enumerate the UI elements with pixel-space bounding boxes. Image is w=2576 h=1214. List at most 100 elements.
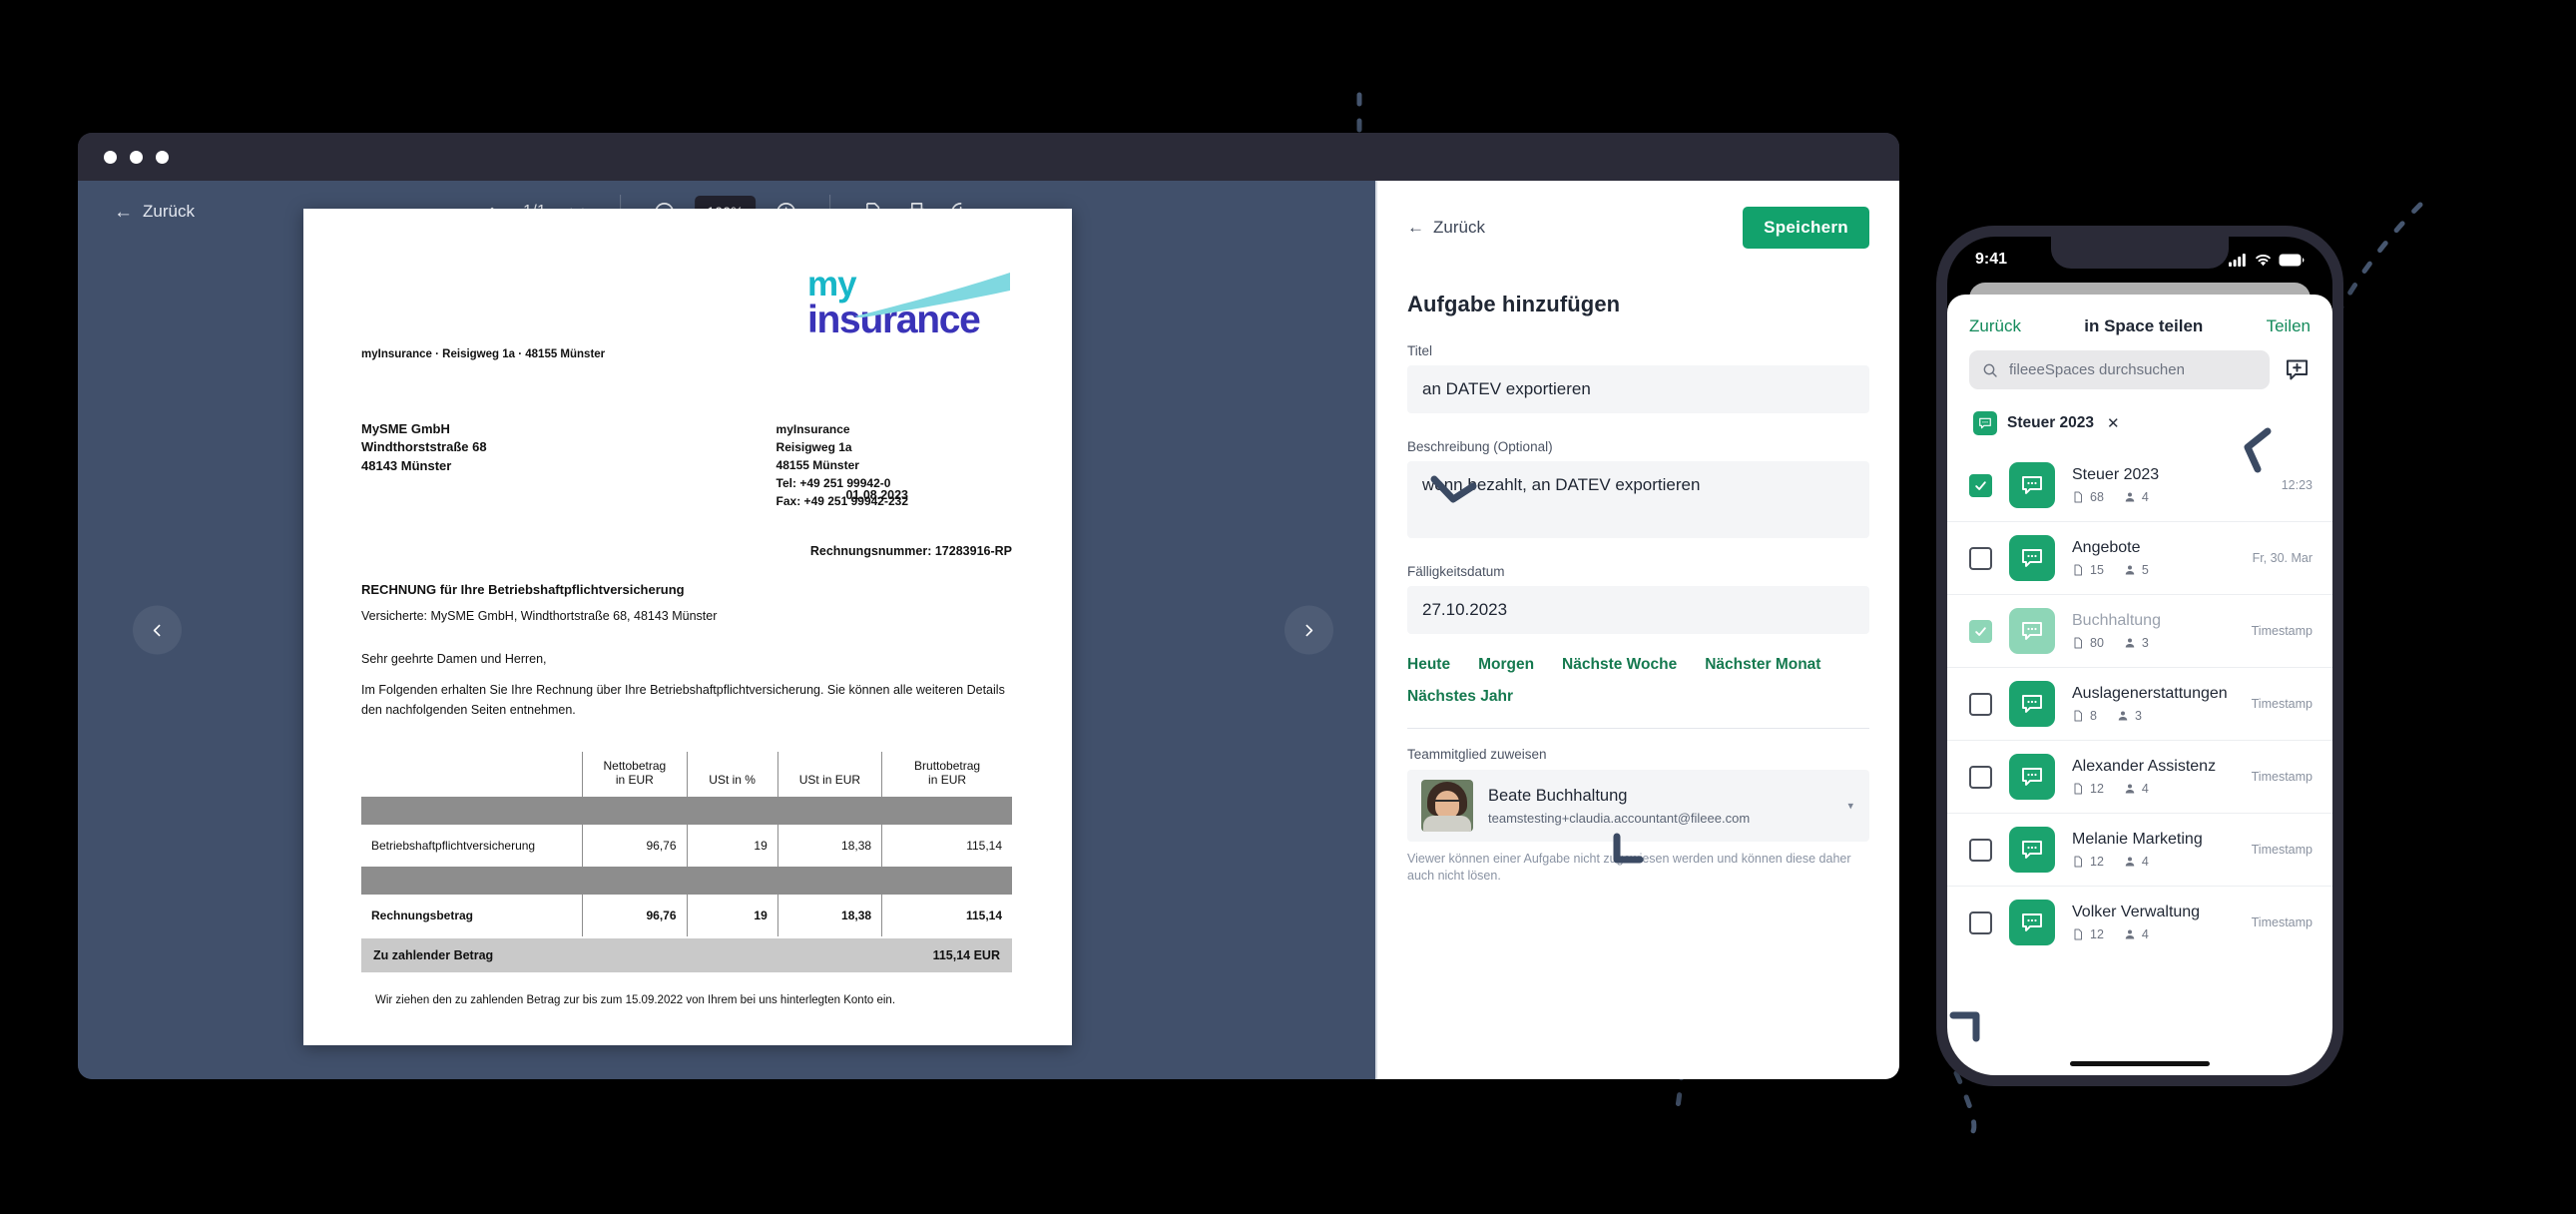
document-icon (2074, 564, 2082, 576)
search-input[interactable]: fileeeSpaces durchsuchen (1969, 350, 2270, 389)
description-input[interactable]: wenn bezahlt, an DATEV exportieren (1407, 461, 1869, 538)
prev-document-button[interactable] (133, 605, 182, 655)
th-gross: Bruttobetrag in EUR (881, 752, 1012, 798)
title-input[interactable]: an DATEV exportieren (1407, 365, 1869, 413)
window-maximize-dot[interactable] (156, 150, 169, 164)
task-back-button[interactable]: ← Zurück (1407, 218, 1485, 238)
due-date-input[interactable]: 27.10.2023 (1407, 586, 1869, 634)
quick-date-naechster-monat[interactable]: Nächster Monat (1705, 656, 1820, 674)
space-timestamp: Fr, 30. Mar (2252, 551, 2313, 565)
sheet-back-button[interactable]: Zurück (1969, 316, 2021, 336)
viewer-back-label: Zurück (143, 202, 195, 221)
list-item[interactable]: Melanie Marketing 12 4 Timestamp (1947, 814, 2332, 887)
th-vat-pct: USt in % (686, 752, 778, 798)
row-label: Betriebshaftpflichtversicherung (371, 839, 536, 854)
list-item[interactable]: Angebote 15 5 Fr, 30. Mar (1947, 522, 2332, 595)
task-panel-header: ← Zurück Speichern (1407, 207, 1869, 249)
space-checkbox[interactable] (1969, 546, 1992, 570)
row-gross: 115,14 (881, 825, 1012, 868)
list-item[interactable]: Buchhaltung 80 3 Timestamp (1947, 595, 2332, 668)
member-count: 4 (2124, 490, 2149, 504)
space-name: Volker Verwaltung (2072, 904, 2201, 920)
person-icon (2125, 565, 2135, 575)
quick-date-morgen[interactable]: Morgen (1478, 656, 1534, 674)
quick-date-naechstes-jahr[interactable]: Nächstes Jahr (1407, 688, 1513, 706)
company-line: myInsurance (775, 422, 850, 436)
space-info: Auslagenerstattungen 8 3 (2072, 685, 2235, 723)
row-vat-pct: 19 (686, 895, 778, 937)
person-icon (2118, 711, 2128, 721)
member-count-value: 5 (2141, 563, 2149, 577)
description-field-label: Beschreibung (Optional) (1407, 439, 1553, 454)
chevron-left-icon (153, 624, 161, 636)
window-close-dot[interactable] (104, 150, 117, 164)
invoice-number: Rechnungsnummer: 17283916-RP (809, 544, 1012, 558)
title-field-label: Titel (1407, 343, 1433, 358)
address-section: MySME GmbH Windthorststraße 68 48143 Mün… (361, 420, 1012, 538)
recipient-line: Windthorststraße 68 (361, 439, 487, 455)
space-meta: 12 4 (2072, 927, 2235, 941)
task-back-label: Zurück (1433, 218, 1485, 237)
list-item[interactable]: Volker Verwaltung 12 4 Timestamp (1947, 887, 2332, 958)
space-checkbox[interactable] (1969, 692, 1992, 716)
insured-line: Versicherte: MySME GmbH, Windthortstraße… (361, 609, 718, 623)
quick-date-links: Heute Morgen Nächste Woche Nächster Mona… (1407, 656, 1869, 706)
next-document-button[interactable] (1285, 605, 1333, 655)
space-icon (2009, 535, 2055, 581)
space-info: Melanie Marketing 12 4 (2072, 831, 2235, 869)
th-net: Nettobetrag in EUR (582, 752, 687, 798)
recipient-address: MySME GmbH Windthorststraße 68 48143 Mün… (361, 420, 487, 475)
space-checkbox[interactable] (1969, 619, 1992, 643)
wifi-icon (2256, 254, 2271, 266)
quick-date-naechste-woche[interactable]: Nächste Woche (1562, 656, 1677, 674)
space-meta: 8 3 (2072, 709, 2235, 723)
member-count-value: 3 (2134, 709, 2142, 723)
doc-count: 80 (2072, 636, 2104, 650)
save-button[interactable]: Speichern (1743, 207, 1869, 249)
member-count-value: 4 (2141, 927, 2149, 941)
search-placeholder: fileeeSpaces durchsuchen (2009, 361, 2185, 378)
document-icon (2074, 928, 2082, 940)
add-space-icon[interactable] (2284, 356, 2311, 383)
salutation: Sehr geehrte Damen und Herren, (361, 652, 547, 667)
assignee-select[interactable]: Beate Buchhaltung teamstesting+claudia.a… (1407, 770, 1869, 842)
document-icon (2074, 783, 2082, 795)
space-meta: 68 4 (2072, 490, 2265, 504)
space-icon (2009, 608, 2055, 654)
invoice-letterhead: my insurance myInsurance · Reisigweg 1a … (361, 263, 1012, 412)
space-checkbox[interactable] (1969, 838, 1992, 862)
doc-count-value: 12 (2090, 927, 2104, 941)
space-icon (1973, 411, 1997, 435)
space-name: Angebote (2072, 539, 2141, 556)
chevron-down-icon[interactable]: ▾ (1847, 800, 1853, 813)
th-vat-eur: USt in EUR (776, 752, 882, 798)
chip-label: Steuer 2023 (2007, 414, 2095, 431)
list-item[interactable]: Alexander Assistenz 12 4 Timestamp (1947, 741, 2332, 814)
doc-count: 12 (2072, 782, 2104, 796)
check-icon (1975, 626, 1986, 636)
search-icon (1983, 363, 1997, 377)
assign-label: Teammitglied zuweisen (1407, 747, 1547, 762)
space-checkbox[interactable] (1969, 765, 1992, 789)
selected-space-chip[interactable]: Steuer 2023 ✕ (1947, 389, 2332, 449)
task-panel-title: Aufgabe hinzufügen (1407, 292, 1621, 316)
viewer-back-button[interactable]: ← Zurück (114, 202, 195, 222)
member-count-value: 3 (2141, 636, 2149, 650)
space-info: Volker Verwaltung 12 4 (2072, 904, 2235, 941)
phone-frame: 9:41 Zurück in Space teilen Teilen filee… (1936, 226, 2343, 1086)
row-vat-eur: 18,38 (776, 895, 882, 937)
doc-count: 12 (2072, 927, 2104, 941)
space-checkbox[interactable] (1969, 910, 1992, 934)
close-icon[interactable]: ✕ (2107, 414, 2120, 432)
member-count: 3 (2124, 636, 2149, 650)
assignee-hint: Viewer können einer Aufgabe nicht zugewi… (1407, 852, 1851, 883)
list-item[interactable]: Steuer 2023 68 4 12:23 (1947, 449, 2332, 522)
quick-date-heute[interactable]: Heute (1407, 656, 1450, 674)
space-timestamp: Timestamp (2251, 770, 2313, 784)
sheet-share-button[interactable]: Teilen (2267, 316, 2311, 336)
space-checkbox[interactable] (1969, 473, 1992, 497)
list-item[interactable]: Auslagenerstattungen 8 3 Timestamp (1947, 668, 2332, 741)
invoice-heading: RECHNUNG für Ihre Betriebshaftpflichtver… (361, 582, 685, 597)
window-minimize-dot[interactable] (130, 150, 143, 164)
document-page[interactable]: my insurance myInsurance · Reisigweg 1a … (303, 209, 1072, 1045)
